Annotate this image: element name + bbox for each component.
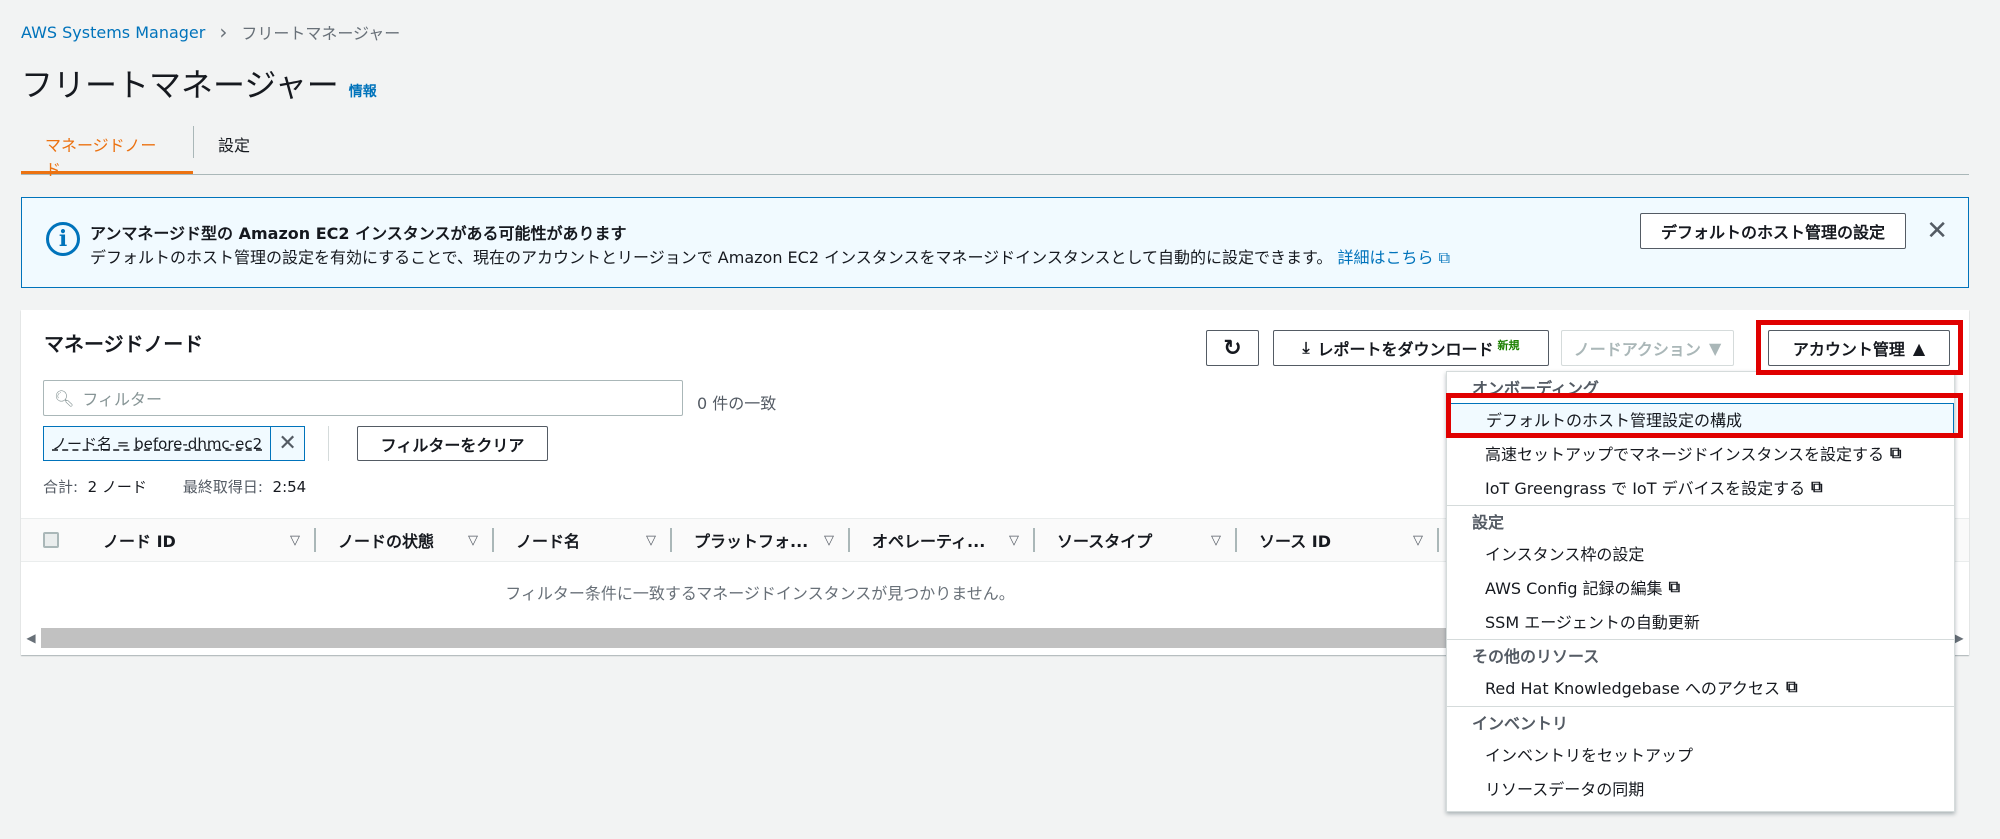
menu-group-heading: 設定 <box>1472 513 1505 532</box>
menu-item-label: インスタンス枠の設定 <box>1485 545 1645 564</box>
remove-token-icon[interactable]: ✕ <box>270 427 304 460</box>
column-header[interactable]: ノード ID ▽ <box>81 528 316 552</box>
menu-item-iot-greengrass[interactable]: IoT Greengrass で IoT デバイスを設定する ⧉ <box>1447 470 1954 504</box>
fetched-label: 最終取得日: <box>182 478 263 496</box>
select-all-checkbox[interactable] <box>21 532 81 548</box>
summary: 合計: 2 ノード 最終取得日: 2:54 <box>43 476 306 497</box>
column-label: ソース ID <box>1259 532 1332 551</box>
filter-input[interactable]: 🔍︎ フィルター <box>43 380 683 416</box>
page-title-row: フリートマネージャー 情報 <box>21 60 377 106</box>
node-action-button[interactable]: ノードアクション ▼ <box>1561 330 1734 366</box>
refresh-button[interactable]: ↻ <box>1206 330 1259 366</box>
download-report-label: レポートをダウンロード <box>1317 340 1494 359</box>
download-icon: ⤓ <box>1302 338 1310 357</box>
sort-icon: ▽ <box>1211 532 1221 548</box>
total-label: 合計: <box>43 478 79 496</box>
menu-item-label: IoT Greengrass で IoT デバイスを設定する <box>1485 479 1806 498</box>
sort-icon: ▽ <box>1009 532 1019 548</box>
menu-group-heading: その他のリソース <box>1472 647 1600 666</box>
column-label: プラットフォ... <box>694 532 809 551</box>
learn-more-link[interactable]: 詳細はこちら ⧉ <box>1338 248 1451 267</box>
refresh-icon: ↻ <box>1223 335 1242 361</box>
download-report-button[interactable]: ⤓ レポートをダウンロード 新規 <box>1273 330 1549 366</box>
highlight-annotation-menu-item <box>1446 393 1963 438</box>
column-label: ノード ID <box>103 532 176 551</box>
menu-item-label: Red Hat Knowledgebase へのアクセス <box>1485 679 1781 698</box>
info-banner: i アンマネージド型の Amazon EC2 インスタンスがある可能性があります… <box>21 197 1969 288</box>
column-header[interactable]: ノードの状態 ▽ <box>316 528 494 552</box>
sort-icon: ▽ <box>468 532 478 548</box>
page-title: フリートマネージャー <box>21 66 339 104</box>
sort-icon: ▽ <box>1413 532 1423 548</box>
chevron-right-icon: › <box>219 20 228 44</box>
default-host-management-button[interactable]: デフォルトのホスト管理の設定 <box>1639 213 1906 249</box>
panel-title: マネージドノード <box>44 332 204 356</box>
external-link-icon: ⧉ <box>1811 477 1823 496</box>
column-label: ソースタイプ <box>1057 532 1153 551</box>
column-header[interactable]: プラットフォ... ▽ <box>672 528 850 552</box>
learn-more-label: 詳細はこちら <box>1337 248 1434 267</box>
column-header[interactable]: ノード名 ▽ <box>494 528 672 552</box>
filter-token-label[interactable]: ノード名 = before-dhmc-ec2 <box>44 433 270 454</box>
menu-item-instance-tier[interactable]: インスタンス枠の設定 <box>1447 536 1954 570</box>
breadcrumb-current: フリートマネージャー <box>241 24 401 43</box>
menu-item-label: AWS Config 記録の編集 <box>1485 579 1663 598</box>
sort-icon: ▽ <box>824 532 834 548</box>
menu-group-other-resources: その他のリソース Red Hat Knowledgebase へのアクセス ⧉ <box>1447 639 1954 704</box>
new-badge: 新規 <box>1497 339 1520 352</box>
filter-divider <box>328 426 329 461</box>
fetched-value: 2:54 <box>272 478 307 496</box>
banner-title: アンマネージド型の Amazon EC2 インスタンスがある可能性があります <box>90 224 627 243</box>
menu-item-red-hat-kb[interactable]: Red Hat Knowledgebase へのアクセス ⧉ <box>1447 670 1954 704</box>
column-header[interactable]: ソースタイプ ▽ <box>1035 528 1237 552</box>
close-icon[interactable]: ✕ <box>1926 216 1948 246</box>
external-link-icon: ⧉ <box>1890 443 1902 462</box>
menu-group-inventory: インベントリ インベントリをセットアップ リソースデータの同期 <box>1447 706 1954 805</box>
menu-item-label: 高速セットアップでマネージドインスタンスを設定する <box>1485 445 1885 464</box>
menu-item-label: リソースデータの同期 <box>1485 780 1645 799</box>
external-link-icon: ⧉ <box>1786 677 1798 696</box>
breadcrumb-root-link[interactable]: AWS Systems Manager <box>21 23 205 42</box>
caret-down-icon: ▼ <box>1708 338 1722 358</box>
highlight-annotation-account-button <box>1756 320 1963 375</box>
tab-managed-nodes[interactable]: マネージドノード <box>21 122 193 179</box>
menu-group-heading: インベントリ <box>1472 714 1569 733</box>
menu-item-setup-inventory[interactable]: インベントリをセットアップ <box>1447 737 1954 771</box>
column-label: オペレーティ... <box>872 532 986 551</box>
filter-token: ノード名 = before-dhmc-ec2 ✕ <box>43 426 306 461</box>
column-header[interactable]: ソース ID ▽ <box>1237 528 1439 552</box>
menu-item-label: SSM エージェントの自動更新 <box>1485 613 1700 632</box>
info-link[interactable]: 情報 <box>349 81 377 101</box>
banner-description: デフォルトのホスト管理の設定を有効にすることで、現在のアカウントとリージョンで … <box>90 244 1450 268</box>
menu-item-aws-config[interactable]: AWS Config 記録の編集 ⧉ <box>1447 570 1954 604</box>
menu-item-quick-setup[interactable]: 高速セットアップでマネージドインスタンスを設定する ⧉ <box>1447 436 1954 470</box>
menu-item-ssm-agent-update[interactable]: SSM エージェントの自動更新 <box>1447 604 1954 638</box>
menu-item-label: インベントリをセットアップ <box>1485 746 1694 765</box>
info-icon: i <box>46 222 80 256</box>
match-count: 0 件の一致 <box>697 394 777 413</box>
scroll-left-icon[interactable]: ◀ <box>21 631 41 645</box>
tab-settings[interactable]: 設定 <box>194 122 274 174</box>
banner-description-text: デフォルトのホスト管理の設定を有効にすることで、現在のアカウントとリージョンで … <box>90 248 1333 267</box>
menu-group-settings: 設定 インスタンス枠の設定 AWS Config 記録の編集 ⧉ SSM エージェ… <box>1447 505 1954 638</box>
tab-bar: マネージドノード 設定 <box>21 122 1969 179</box>
column-header[interactable]: オペレーティ... ▽ <box>850 528 1035 552</box>
external-link-icon: ⧉ <box>1438 248 1451 267</box>
menu-group-onboarding: オンボーディング デフォルトのホスト管理設定の構成 高速セットアップでマネージド… <box>1447 372 1954 504</box>
menu-item-resource-data-sync[interactable]: リソースデータの同期 <box>1447 771 1954 805</box>
total-value: 2 ノード <box>87 478 147 496</box>
fetched-summary: 最終取得日: 2:54 <box>183 476 306 497</box>
node-action-label: ノードアクション <box>1573 340 1701 359</box>
clear-filter-button[interactable]: フィルターをクリア <box>357 426 548 461</box>
total-summary: 合計: 2 ノード <box>43 476 147 497</box>
filter-placeholder: フィルター <box>82 390 162 409</box>
breadcrumb: AWS Systems Manager › フリートマネージャー <box>21 20 400 44</box>
external-link-icon: ⧉ <box>1668 577 1680 596</box>
column-label: ノード名 <box>516 532 581 551</box>
search-icon: 🔍︎ <box>54 388 75 408</box>
sort-icon: ▽ <box>290 532 300 548</box>
sort-icon: ▽ <box>646 532 656 548</box>
column-label: ノードの状態 <box>338 532 435 551</box>
